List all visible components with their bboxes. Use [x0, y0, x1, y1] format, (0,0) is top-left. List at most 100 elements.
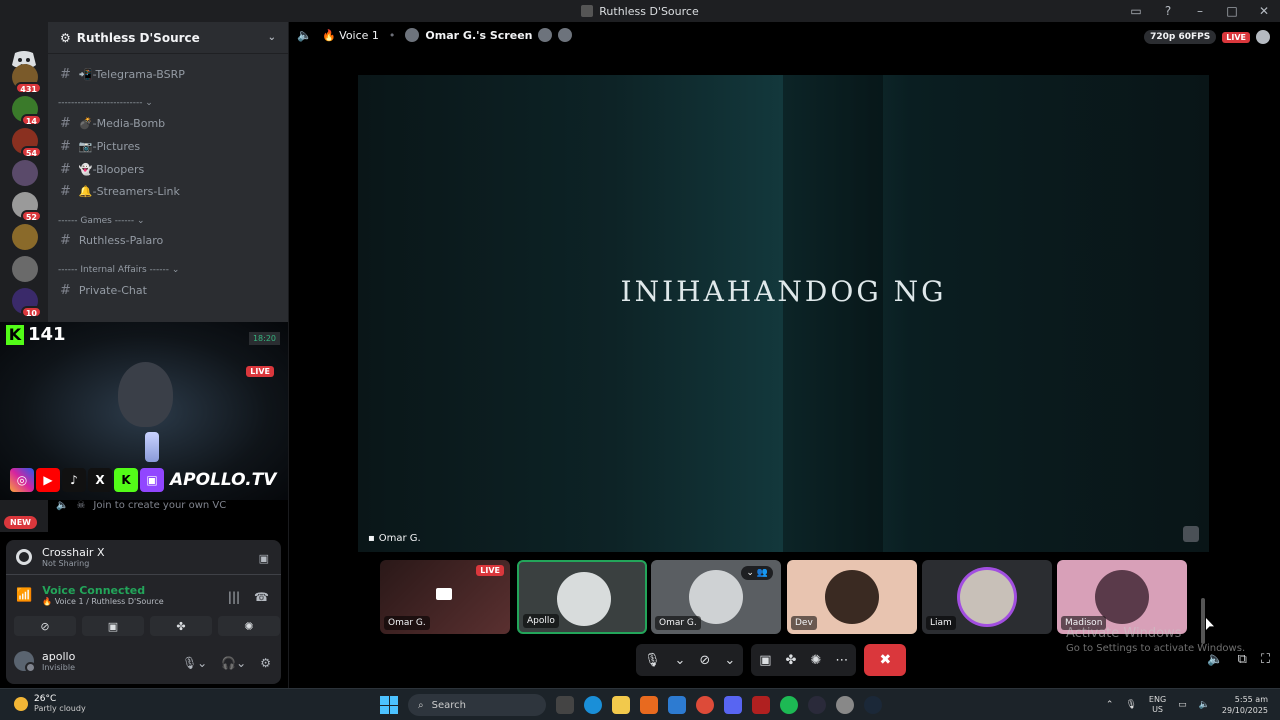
server-icon[interactable]: 431 [12, 64, 42, 94]
soundboard-button[interactable]: ✺ [218, 616, 280, 636]
task-view-icon[interactable] [556, 696, 574, 714]
app-icon[interactable] [640, 696, 658, 714]
search-icon: ⌕ [418, 699, 424, 711]
camera-off-icon[interactable]: ⊘ [699, 653, 710, 668]
webcam-overlay: K 141 18:20 LIVE ◎ ▶ ♪ X K ▣ APOLLO.TV [0, 322, 288, 500]
speaker-icon[interactable]: 🔈 [297, 28, 312, 42]
server-icon[interactable] [12, 160, 38, 186]
more-icon[interactable]: ⋯ [835, 653, 848, 668]
help-icon[interactable]: ? [1152, 4, 1184, 18]
language-indicator[interactable]: ENG US [1149, 695, 1166, 715]
start-button[interactable] [380, 696, 398, 714]
chevron-up-icon[interactable]: ⌃ [1106, 700, 1114, 710]
disconnect-icon[interactable]: ☎ [254, 590, 269, 604]
steam-icon[interactable] [864, 696, 882, 714]
window-title: Ruthless D'Source [599, 4, 699, 18]
headphones-icon[interactable]: 🎧⌄ [221, 656, 246, 670]
app-icon[interactable] [752, 696, 770, 714]
server-icon[interactable] [12, 224, 38, 250]
taskbar-search[interactable]: ⌕ Search [408, 694, 546, 716]
volume-icon[interactable]: 🔈 [1207, 652, 1223, 667]
noise-suppression-icon[interactable]: ||| [228, 590, 240, 604]
channel-item[interactable]: # 💣-Media-Bomb [60, 114, 165, 132]
participant-tile[interactable]: Liam [922, 560, 1052, 634]
camera-off-button[interactable]: ⊘ [14, 616, 76, 636]
fullscreen-icon[interactable]: ⛶ [1261, 652, 1270, 667]
microphone-icon[interactable]: 🎙⌄ [182, 656, 207, 670]
microphone-icon[interactable]: 🎙 [1125, 700, 1136, 710]
hash-icon: # [60, 66, 71, 82]
server-icon[interactable]: 14 [12, 96, 42, 126]
participant-tile[interactable]: Apollo [517, 560, 647, 634]
app-icon[interactable] [836, 696, 854, 714]
channel-item[interactable]: # Private-Chat [60, 281, 147, 299]
user-panel: Crosshair X Not Sharing ▣ 📶 Voice Connect… [6, 540, 281, 684]
soundboard-icon[interactable]: ✺ [810, 653, 821, 668]
share-screen-icon[interactable]: ▣ [259, 552, 269, 565]
voice-connected: 📶 Voice Connected 🔥 Voice 1 / Ruthless D'… [16, 584, 164, 606]
expand-participants-button[interactable]: ⌄ 👥 [741, 566, 773, 580]
chevron-down-icon[interactable]: ⌄ [724, 653, 735, 668]
file-explorer-icon[interactable] [612, 696, 630, 714]
user-info[interactable]: apollo Invisible [14, 650, 75, 673]
close-button[interactable]: ✕ [1248, 4, 1280, 18]
maximize-button[interactable]: □ [1216, 4, 1248, 18]
server-icon[interactable]: 52 [12, 192, 42, 222]
instagram-icon: ◎ [10, 468, 34, 492]
channel-item[interactable]: # Ruthless-Palaro [60, 231, 163, 249]
avatar [960, 570, 1014, 624]
category-divider[interactable]: -------------------------- ⌄ [58, 98, 153, 108]
spotify-icon[interactable] [780, 696, 798, 714]
kick-icon: K [6, 324, 24, 345]
channel-item[interactable]: # 📲-Telegrama-BSRP [60, 65, 185, 83]
activities-button[interactable]: ✤ [150, 616, 212, 636]
channel-item[interactable]: # 🔔-Streamers-Link [60, 182, 180, 200]
chrome-icon[interactable] [696, 696, 714, 714]
category-internal-affairs[interactable]: ------ Internal Affairs ------ ⌄ [58, 265, 179, 275]
crosshair-icon [16, 549, 32, 565]
channel-item[interactable]: # 👻-Bloopers [60, 160, 144, 178]
participant-tile[interactable]: ⌄ 👥 Omar G. [651, 560, 781, 634]
activities-icon[interactable]: ✤ [786, 653, 797, 668]
disconnect-button[interactable]: ✖ [864, 644, 907, 676]
app-icon[interactable] [808, 696, 826, 714]
chevron-down-icon[interactable]: ⌄ [675, 653, 686, 668]
participant-tile[interactable]: LIVE Omar G. [380, 560, 510, 634]
discord-icon[interactable] [724, 696, 742, 714]
server-icon[interactable]: 54 [12, 128, 42, 158]
inbox-icon[interactable]: ▭ [1120, 4, 1152, 18]
tiktok-icon: ♪ [62, 468, 86, 492]
avatar [825, 570, 879, 624]
hash-icon: # [60, 183, 71, 199]
minimize-button[interactable]: – [1184, 4, 1216, 18]
server-icon[interactable]: 10 [12, 288, 42, 318]
youtube-icon: ▶ [36, 468, 60, 492]
network-icon[interactable]: ▭ [1178, 700, 1187, 710]
lamp [145, 432, 159, 462]
participant-tile[interactable]: Madison [1057, 560, 1187, 634]
chat-icon[interactable] [1256, 30, 1270, 44]
weather-widget[interactable]: 26°C Partly cloudy [14, 694, 86, 713]
scrollbar[interactable] [1201, 598, 1205, 644]
clock[interactable]: 5:55 am 29/10/2025 [1222, 694, 1268, 716]
voice-channel-name[interactable]: 🔥 Voice 1 [322, 29, 379, 42]
channel-item[interactable]: # 📷-Pictures [60, 137, 140, 155]
participant-tile[interactable]: Dev [787, 560, 917, 634]
server-icon[interactable] [12, 256, 38, 282]
category-games[interactable]: ------ Games ------ ⌄ [58, 216, 145, 226]
screen-share-icon[interactable]: ▣ [759, 653, 771, 668]
settings-gear-icon[interactable]: ⚙ [260, 656, 271, 670]
avatar [538, 28, 553, 42]
screen-share-button[interactable]: ▣ [82, 616, 144, 636]
hash-icon: # [60, 161, 71, 177]
volume-icon[interactable]: 🔈 [1199, 700, 1210, 710]
avatar [557, 572, 611, 626]
edge-icon[interactable] [584, 696, 602, 714]
create-vc-hint[interactable]: 🔈 ☠ Join to create your own VC [56, 500, 226, 511]
screen-share-view[interactable]: INIHAHANDOG NG ▪ Omar G. [358, 75, 1209, 552]
store-icon[interactable] [668, 696, 686, 714]
speaker-icon: 🔈 [56, 500, 69, 511]
server-header[interactable]: ⚙ Ruthless D'Source ⌄ [48, 22, 288, 54]
pop-out-icon[interactable]: ⧉ [1238, 652, 1247, 667]
microphone-icon[interactable]: 🎙 [644, 653, 661, 668]
